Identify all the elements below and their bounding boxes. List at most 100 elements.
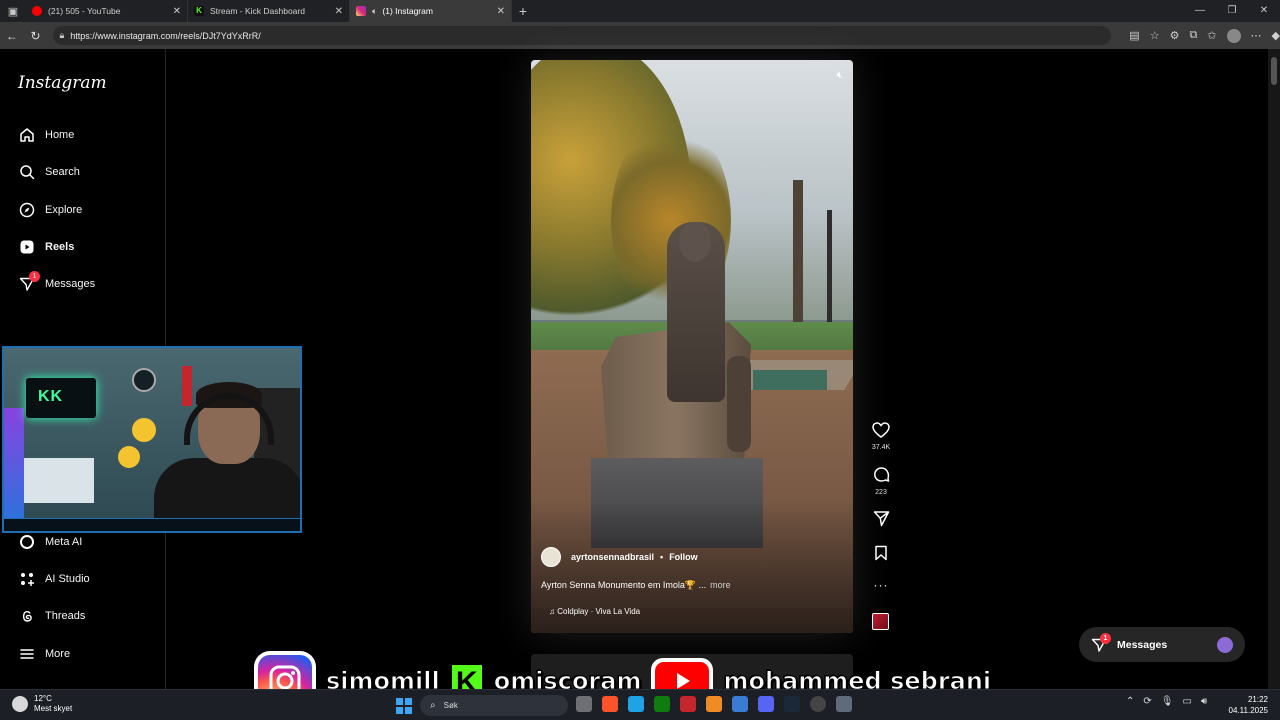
sidebar-item-label: Home (45, 129, 75, 141)
sidebar-item-label: Threads (45, 610, 86, 622)
neon-light (4, 408, 24, 518)
windows-taskbar: 12°C Mest skyet ⌕ Søk ⌃ ⟳ 🎙︎ ▭ 🔊︎ 21:22 … (0, 689, 1280, 720)
sync-icon[interactable]: ⟳ (1143, 696, 1151, 707)
tab-kick[interactable]: K Stream - Kick Dashboard ✕ (188, 0, 350, 22)
sidebar-item-label: Messages (45, 278, 96, 290)
vlc-icon[interactable] (706, 696, 722, 712)
sidebar-item-label: Search (45, 166, 80, 178)
window-controls: — ❐ ✕ (1184, 0, 1280, 22)
sidebar-item-more[interactable]: More (18, 642, 70, 666)
sidebar-item-explore[interactable]: Explore (18, 198, 82, 222)
sidebar-item-threads[interactable]: Threads (18, 604, 85, 628)
sidebar-item-messages[interactable]: 1 Messages (18, 271, 96, 296)
tab-title: (1) Instagram (382, 6, 433, 16)
caption-more-link[interactable]: more (710, 580, 731, 590)
lock-icon[interactable]: 🔒︎ (59, 30, 64, 41)
reel-music[interactable]: ♫ Coldplay · Viva La Vida (549, 607, 640, 616)
notification-badge: 1 (29, 271, 40, 282)
reel-video[interactable]: 🔇︎ ayrtonsennadbrasil • Follow Ayrton Se… (531, 60, 853, 633)
scrollbar-thumb[interactable] (1271, 57, 1277, 85)
webcam-overlay: KK (2, 346, 302, 533)
emoji-plush (132, 418, 156, 442)
save-button[interactable] (868, 545, 894, 566)
close-tab-icon[interactable]: ✕ (335, 6, 343, 17)
close-window-icon[interactable]: ✕ (1248, 0, 1280, 22)
browser-tools: ▤ ☆ ⚙ ⧉ ✩ ⋯ ◆ (1129, 28, 1280, 43)
chevron-up-icon[interactable]: ⌃ (1126, 696, 1134, 707)
tab-actions-icon[interactable]: ▣ (0, 0, 26, 22)
favorite-star-icon[interactable]: ☆ (1150, 29, 1160, 42)
messenger-icon: 1 (18, 271, 40, 293)
threads-icon (18, 607, 36, 625)
profile-avatar[interactable] (1226, 28, 1241, 43)
brave-icon[interactable] (602, 696, 618, 712)
sidebar-item-label: Explore (45, 204, 83, 216)
settings-icon[interactable] (836, 696, 852, 712)
store-icon[interactable] (732, 696, 748, 712)
tab-instagram[interactable]: 🔈︎ (1) Instagram ✕ (350, 0, 512, 22)
mute-icon[interactable]: 🔇︎ (837, 70, 843, 81)
cloud-icon (12, 696, 28, 712)
new-tab-button[interactable]: + (512, 3, 534, 19)
compass-icon (18, 201, 36, 219)
refresh-icon[interactable]: ↻ (24, 29, 48, 43)
address-bar[interactable]: 🔒︎ https://www.instagram.com/reels/DJt7Y… (53, 26, 1112, 45)
menu-dots-icon[interactable]: ⋯ (1251, 29, 1262, 42)
sidebar-item-label: Meta AI (45, 536, 83, 548)
wall-clock (132, 368, 156, 392)
reader-icon[interactable]: ▤ (1129, 29, 1139, 42)
share-button[interactable] (868, 510, 894, 532)
steam-icon[interactable] (784, 696, 800, 712)
tab-youtube[interactable]: (21) 505 - YouTube ✕ (26, 0, 188, 22)
close-tab-icon[interactable]: ✕ (173, 6, 181, 17)
split-screen-icon[interactable]: ⧉ (1189, 29, 1197, 42)
music-title: Coldplay · Viva La Vida (557, 607, 641, 616)
weather-widget[interactable]: 12°C Mest skyet (12, 694, 72, 714)
like-button[interactable]: 37.4K (868, 422, 894, 451)
speaker-icon[interactable]: 🔈︎ (372, 6, 377, 17)
sidebar-item-home[interactable]: Home (18, 123, 74, 147)
page-scrollbar[interactable] (1268, 49, 1280, 689)
taskbar-search[interactable]: ⌕ Søk (420, 695, 568, 716)
instagram-logo[interactable]: Instagram (18, 73, 107, 93)
comment-button[interactable]: 223 (868, 466, 894, 496)
taskbar-clock[interactable]: 21:22 04.11.2025 (1229, 694, 1268, 716)
statue-head (679, 222, 711, 262)
audio-thumbnail[interactable] (872, 613, 889, 630)
notification-badge: 1 (1100, 632, 1111, 644)
obs-icon[interactable] (810, 696, 826, 712)
close-tab-icon[interactable]: ✕ (497, 6, 505, 17)
extensions-icon[interactable]: ⚙ (1170, 29, 1180, 42)
minimize-icon[interactable]: — (1184, 0, 1216, 22)
weather-temperature: 12°C (34, 694, 52, 703)
favorites-icon[interactable]: ✩ (1207, 29, 1216, 42)
url-text: https://www.instagram.com/reels/DJt7YdYx… (70, 30, 261, 41)
sidebar-item-reels[interactable]: Reels (18, 235, 74, 259)
sidebar-item-ai-studio[interactable]: AI Studio (18, 567, 90, 591)
microphone-icon[interactable]: 🎙︎ (1161, 696, 1174, 707)
sidebar-item-meta-ai[interactable]: Meta AI (18, 530, 82, 554)
youtube-icon (32, 6, 42, 16)
app-icon[interactable] (680, 696, 696, 712)
edge-icon[interactable] (628, 696, 644, 712)
reel-author: ayrtonsennadbrasil • Follow (541, 547, 698, 567)
discord-icon[interactable] (758, 696, 774, 712)
sidebar-item-search[interactable]: Search (18, 160, 80, 184)
start-button[interactable] (396, 698, 412, 714)
task-view-icon[interactable] (576, 696, 592, 712)
more-options-icon[interactable]: ··· (868, 578, 894, 592)
clock-date: 04.11.2025 (1228, 706, 1268, 715)
taskbar-apps (576, 696, 852, 712)
copilot-icon[interactable]: ◆ (1272, 29, 1280, 42)
restore-icon[interactable]: ❐ (1216, 0, 1248, 22)
volume-icon[interactable]: 🔊︎ (1201, 696, 1207, 707)
follow-button[interactable]: Follow (669, 552, 698, 562)
author-avatar[interactable] (541, 547, 561, 567)
xbox-icon[interactable] (654, 696, 670, 712)
display-icon[interactable]: ▭ (1182, 696, 1191, 707)
messages-float-button[interactable]: 1 Messages (1079, 627, 1245, 662)
author-username[interactable]: ayrtonsennadbrasil (571, 552, 654, 562)
search-placeholder: Søk (443, 701, 458, 710)
comment-icon (873, 467, 889, 482)
back-icon[interactable]: ← (0, 29, 24, 43)
